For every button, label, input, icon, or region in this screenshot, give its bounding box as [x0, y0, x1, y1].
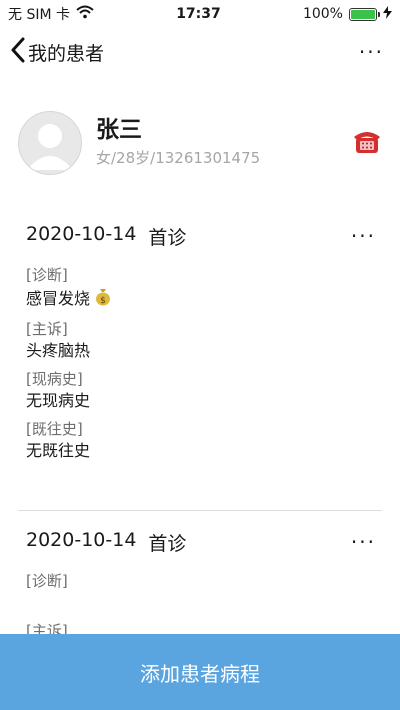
record-body: [诊断] [主诉]: [0, 556, 400, 642]
field-label-diagnosis: [诊断]: [26, 266, 68, 284]
record-header: 2020-10-14 首诊 ···: [0, 528, 400, 556]
field-value-present-history: 无现病史: [26, 391, 91, 410]
patient-name: 张三: [96, 117, 142, 143]
charging-bolt-icon: [382, 5, 392, 23]
record-visit-type: 首诊: [148, 532, 187, 555]
battery-fill: [350, 9, 375, 19]
avatar: [18, 111, 82, 175]
record-body: [诊断] 感冒发烧 $ [主诉] 头疼脑热 [现病史] 无现病史 [既往史] 无…: [0, 250, 400, 462]
nav-title: 我的患者: [28, 42, 105, 65]
record-title: 2020-10-14 首诊: [26, 223, 186, 250]
status-left: 无 SIM 卡: [8, 4, 94, 24]
diagnosis-text: 感冒发烧: [26, 289, 91, 308]
record-date: 2020-10-14: [26, 528, 137, 551]
record-more-button[interactable]: ···: [345, 224, 382, 248]
screen: 无 SIM 卡 17:37 100% 我的患者 ··· 张三 女/28岁/132…: [0, 0, 400, 710]
back-button[interactable]: 我的患者: [10, 37, 104, 67]
field-label-complaint: [主诉]: [26, 320, 68, 338]
avatar-placeholder-icon: [27, 124, 73, 170]
money-bag-icon: $: [93, 286, 113, 312]
record-title: 2020-10-14 首诊: [26, 529, 186, 556]
record-date: 2020-10-14: [26, 222, 137, 245]
record-visit-type: 首诊: [148, 226, 187, 249]
nav-more-button[interactable]: ···: [353, 40, 390, 64]
field-value-diagnosis: [26, 592, 374, 614]
chevron-left-icon: [10, 37, 26, 67]
record-header: 2020-10-14 首诊 ···: [0, 222, 400, 250]
status-bar: 无 SIM 卡 17:37 100%: [0, 0, 400, 28]
carrier-label: 无 SIM 卡: [8, 7, 70, 23]
wifi-icon: [76, 5, 94, 23]
patient-info: 女/28岁/13261301475: [96, 149, 261, 167]
record-card: 2020-10-14 首诊 ··· [诊断] 感冒发烧 $ [主诉] 头疼脑热 …: [0, 222, 400, 466]
record-more-button[interactable]: ···: [345, 530, 382, 554]
telephone-icon: [353, 128, 381, 158]
field-value-complaint: 头疼脑热: [26, 341, 91, 360]
battery-percent: 100%: [302, 6, 343, 22]
field-value-diagnosis: 感冒发烧 $: [26, 286, 374, 312]
patient-header: 张三 女/28岁/13261301475: [18, 110, 382, 176]
patient-text: 张三 女/28岁/13261301475: [96, 115, 352, 171]
status-time: 17:37: [176, 6, 221, 22]
field-label-present-history: [现病史]: [26, 370, 83, 388]
field-label-past-history: [既往史]: [26, 420, 83, 438]
record-card: 2020-10-14 首诊 ··· [诊断] [主诉]: [0, 528, 400, 642]
nav-bar: 我的患者 ···: [0, 30, 400, 74]
svg-text:$: $: [100, 296, 106, 306]
field-value-past-history: 无既往史: [26, 441, 91, 460]
battery-icon: [348, 7, 380, 21]
status-right: 100%: [302, 5, 392, 23]
record-divider: [18, 510, 382, 511]
add-course-button[interactable]: 添加患者病程: [0, 634, 400, 710]
call-button[interactable]: [352, 128, 382, 158]
field-label-diagnosis: [诊断]: [26, 572, 68, 590]
